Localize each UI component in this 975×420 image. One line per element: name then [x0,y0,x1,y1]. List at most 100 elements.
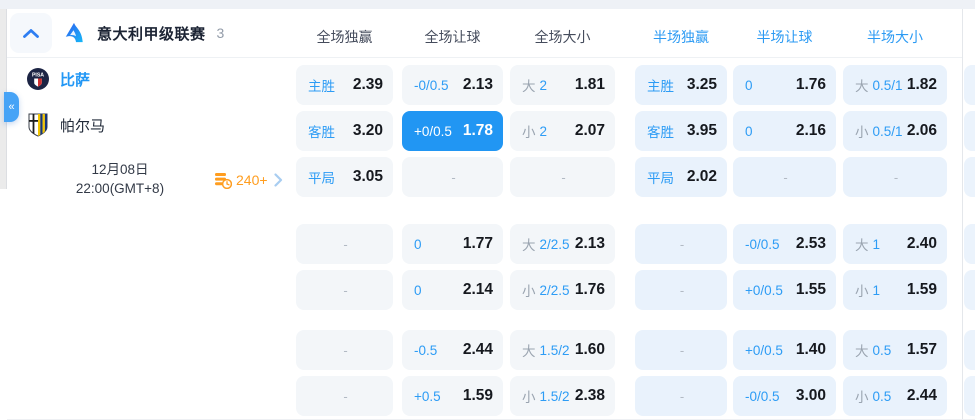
odds-cell[interactable]: 客胜 3.20 [296,111,393,151]
collapse-league-button[interactable] [10,13,52,53]
odds-label: 0 [414,282,422,298]
column-header-fulltime-1x2: 全场独赢 [316,29,373,45]
collapse-sidebar-tab[interactable]: « [4,92,19,122]
away-team-row[interactable]: 帕尔马 [27,112,105,138]
odds-value: 1.59 [462,387,493,404]
odds-value: 2.16 [795,122,826,139]
odds-cell[interactable]: 小 0.5 2.44 [843,376,947,416]
odds-cell-partial [964,111,975,151]
odds-value: 2.39 [352,76,383,93]
overunder-line: 0.5 [872,388,892,404]
odds-cell-empty: - [843,157,947,197]
match-datetime: 12月08日 22:00(GMT+8) [40,160,200,198]
odds-label: +0/0.5 [745,342,783,358]
odds-cell[interactable]: 大 1 2.40 [843,224,947,264]
overunder-line: 2 [539,77,548,93]
column-header-fulltime-overunder: 全场大小 [534,29,591,45]
odds-cell-partial [964,157,975,197]
odds-cell[interactable]: 0 2.16 [733,111,836,151]
odds-value: 1.81 [574,76,605,93]
odds-value: 3.20 [352,122,383,139]
overunder-line: 1.5/2 [539,388,570,404]
odds-label: +0.5 [414,388,441,404]
odds-cell-partial [964,270,975,310]
away-team-name: 帕尔马 [60,117,106,135]
odds-value: 2.40 [906,235,937,252]
odds-cell[interactable]: 客胜 3.95 [635,111,727,151]
odds-cell[interactable]: 小 2/2.5 1.76 [510,270,615,310]
header-divider [7,57,962,58]
odds-value: 1.59 [906,281,937,298]
overunder-side-label: 大 [522,79,536,94]
odds-cell-empty: - [296,224,393,264]
odds-cell[interactable]: 平局 3.05 [296,157,393,197]
odds-cell[interactable]: 主胜 3.25 [635,65,727,105]
home-team-row[interactable]: PISA 比萨 [27,66,90,92]
odds-cell-empty: - [510,157,615,197]
match-date: 12月08日 [91,162,149,177]
overunder-line: 2 [539,123,548,139]
overunder-side-label: 小 [855,284,869,299]
league-name: 意大利甲级联赛 [97,25,206,43]
odds-value: 1.76 [574,281,605,298]
odds-cell[interactable]: 大 2/2.5 2.13 [510,224,615,264]
odds-cell[interactable]: 小 1.5/2 2.38 [510,376,615,416]
away-team-crest-icon [27,113,49,137]
odds-label: -0/0.5 [745,236,780,252]
odds-cell-partial [964,224,975,264]
overunder-line: 2/2.5 [539,236,570,252]
overunder-line: 1 [872,282,881,298]
odds-cell[interactable]: 小 0.5/1 2.06 [843,111,947,151]
odds-cell[interactable]: -0/0.5 2.13 [402,65,503,105]
more-markets-count: 240+ [236,172,268,188]
odds-value: 2.38 [574,387,605,404]
more-markets-link[interactable]: 240+ [214,171,283,189]
odds-cell-empty: - [635,330,727,370]
odds-value: 2.53 [795,235,826,252]
odds-cell[interactable]: 大 0.5/1 1.82 [843,65,947,105]
markets-coins-icon [214,171,232,189]
odds-cell[interactable]: 0 1.76 [733,65,836,105]
odds-cell-empty: - [733,157,836,197]
odds-cell[interactable]: +0/0.5 1.55 [733,270,836,310]
odds-value: 2.07 [574,122,605,139]
odds-label: 0 [745,77,753,93]
odds-cell[interactable]: 大 2 1.81 [510,65,615,105]
odds-label: 主胜 [647,79,674,94]
odds-value: 2.06 [906,122,937,139]
odds-cell[interactable]: 主胜 2.39 [296,65,393,105]
odds-value: 1.55 [795,281,826,298]
odds-value: 3.95 [686,122,717,139]
odds-value: 1.76 [795,76,826,93]
serie-a-logo-icon [63,22,85,44]
odds-cell[interactable]: -0.5 2.44 [402,330,503,370]
odds-label: 0 [414,236,422,252]
odds-cell[interactable]: -0/0.5 2.53 [733,224,836,264]
odds-cell[interactable]: +0/0.5 1.78 [402,111,503,151]
odds-value: 2.14 [462,281,493,298]
odds-value: 2.02 [686,168,717,185]
odds-cell[interactable]: 大 1.5/2 1.60 [510,330,615,370]
odds-cell-empty: - [296,376,393,416]
odds-value: 1.77 [462,235,493,252]
odds-cell[interactable]: 小 2 2.07 [510,111,615,151]
overunder-line: 0.5/1 [872,123,903,139]
odds-cell[interactable]: 平局 2.02 [635,157,727,197]
overunder-side-label: 小 [522,390,536,405]
odds-cell[interactable]: 0 2.14 [402,270,503,310]
odds-cell[interactable]: 大 0.5 1.57 [843,330,947,370]
odds-cell[interactable]: -0/0.5 3.00 [733,376,836,416]
odds-label: 平局 [308,171,335,186]
odds-cell[interactable]: +0/0.5 1.40 [733,330,836,370]
overunder-side-label: 大 [855,238,869,253]
overunder-side-label: 小 [522,284,536,299]
overunder-side-label: 小 [855,390,869,405]
odds-cell[interactable]: 小 1 1.59 [843,270,947,310]
odds-cell-empty: - [402,157,503,197]
chevron-right-icon [273,173,283,187]
odds-cell[interactable]: 0 1.77 [402,224,503,264]
overunder-line: 1.5/2 [539,342,570,358]
overunder-side-label: 大 [855,79,869,94]
overunder-side-label: 大 [522,238,536,253]
odds-cell[interactable]: +0.5 1.59 [402,376,503,416]
